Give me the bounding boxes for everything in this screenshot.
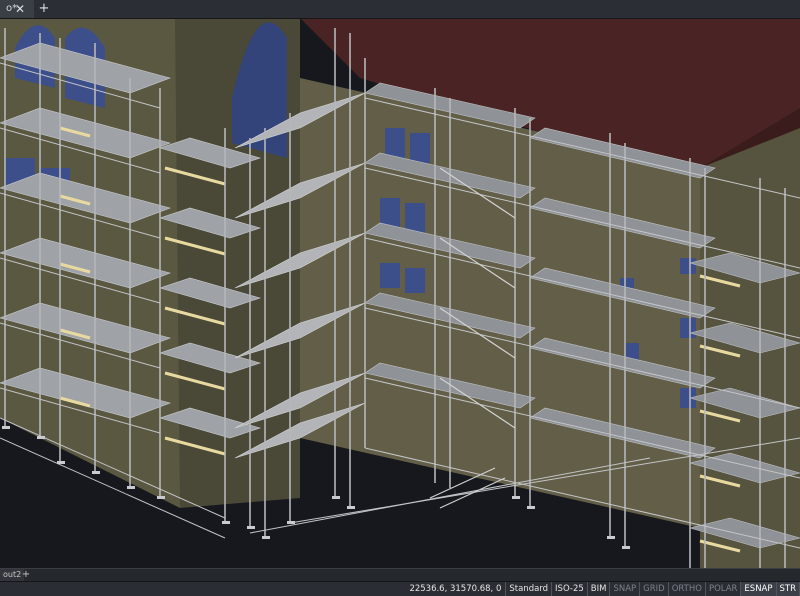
add-tab-icon[interactable]: + [36,0,52,18]
bim-toggle[interactable]: BIM [588,582,611,596]
document-tab-bar: o* ✕ + [0,0,800,19]
grid-toggle[interactable]: GRID [640,582,669,596]
polar-toggle[interactable]: POLAR [706,582,741,596]
coordinate-readout: 22536.6, 31570.68, 0 [405,582,506,596]
layout-tab-bar: out2 + [0,568,800,581]
text-style-button[interactable]: Standard [506,582,552,596]
add-layout-icon[interactable]: + [20,569,32,581]
dim-style-button[interactable]: ISO-25 [552,582,588,596]
ortho-toggle[interactable]: ORTHO [669,582,706,596]
drawing-canvas[interactable] [0,18,800,568]
close-icon[interactable]: ✕ [15,1,25,17]
scaffold-model-view [0,18,800,568]
status-bar: 22536.6, 31570.68, 0 Standard ISO-25 BIM… [0,581,800,596]
snap-toggle[interactable]: SNAP [610,582,640,596]
esnap-toggle[interactable]: ESNAP [741,582,776,596]
str-toggle[interactable]: STR [777,582,800,596]
